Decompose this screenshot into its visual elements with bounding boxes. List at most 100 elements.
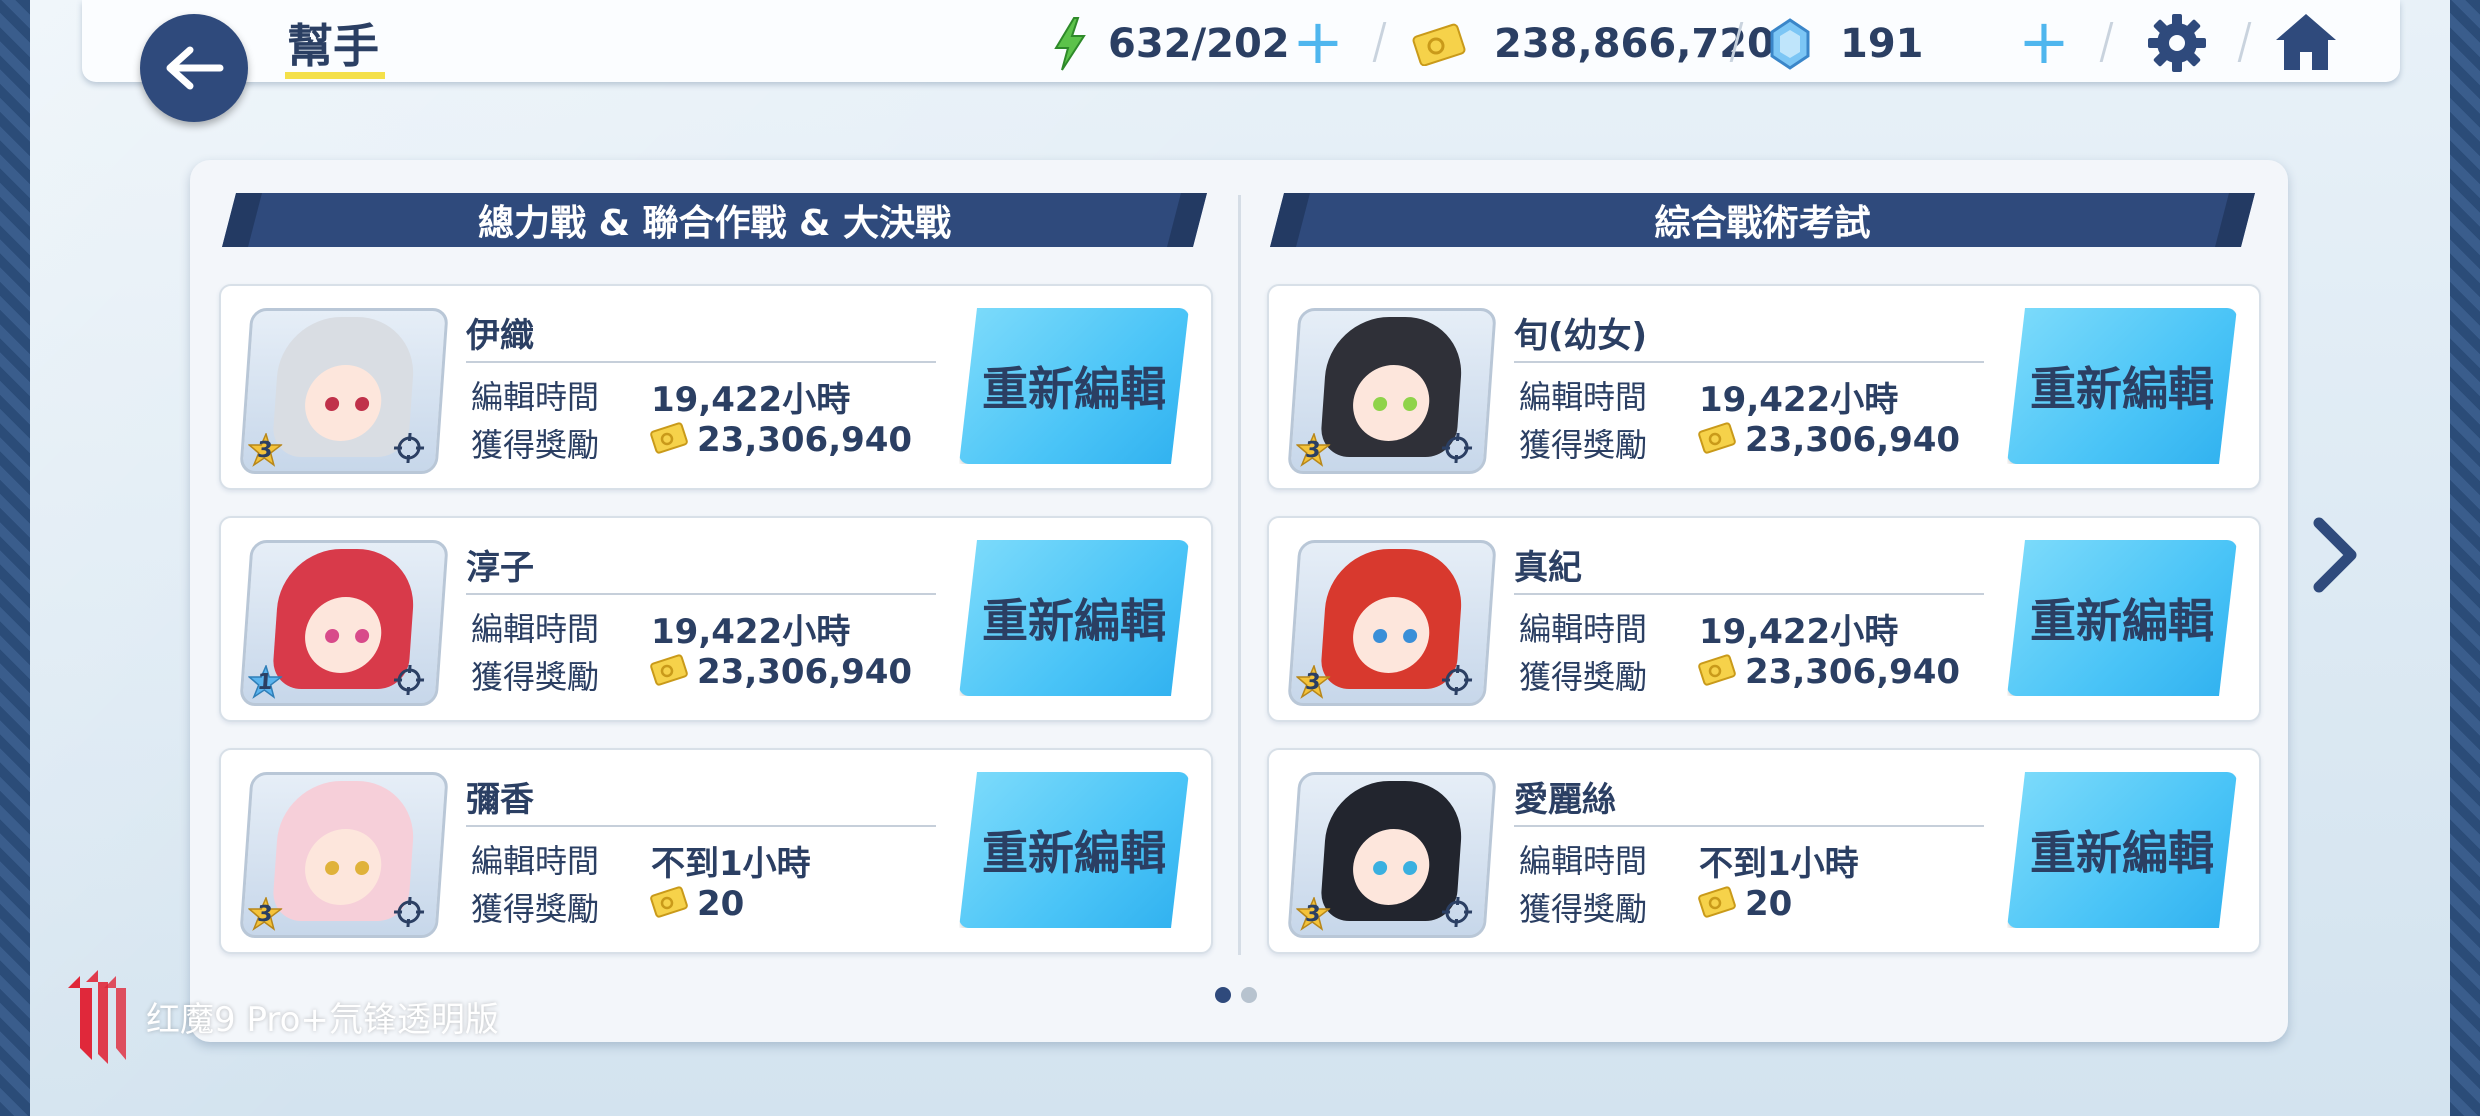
reward-value: 23,306,940 xyxy=(1745,420,1961,460)
edit-time-label: 編輯時間 xyxy=(471,378,600,416)
reedit-button[interactable]: 重新編輯 xyxy=(2007,540,2237,696)
credit-coin-icon xyxy=(1698,654,1736,686)
divider xyxy=(466,361,936,363)
divider xyxy=(1514,825,1984,827)
reedit-button[interactable]: 重新編輯 xyxy=(2007,308,2237,464)
credit-coin-icon xyxy=(650,654,688,686)
credit-coin-icon xyxy=(650,422,688,454)
star-rank-badge: 3 xyxy=(1295,433,1332,467)
add-stamina-button[interactable]: + xyxy=(1292,11,1344,73)
title-underline xyxy=(285,72,385,79)
column-divider xyxy=(1238,195,1241,955)
student-name: 真紀 xyxy=(1514,548,1582,588)
student-name: 彌香 xyxy=(466,780,534,820)
page-dot[interactable] xyxy=(1241,987,1257,1003)
left-border-stripe xyxy=(0,0,30,1116)
credit-coin-icon xyxy=(1698,886,1736,918)
student-portrait[interactable]: 3 xyxy=(239,308,449,474)
credit-coin-icon xyxy=(1698,422,1736,454)
edit-time-label: 編輯時間 xyxy=(471,842,600,880)
back-button[interactable] xyxy=(140,14,248,122)
reedit-button[interactable]: 重新編輯 xyxy=(959,308,1189,464)
credits-display: 238,866,720 xyxy=(1412,14,1775,74)
target-icon xyxy=(1441,665,1473,695)
target-icon xyxy=(393,433,425,463)
edit-time-value: 不到1小時 xyxy=(651,844,811,884)
page-dot-active[interactable] xyxy=(1215,987,1231,1003)
student-portrait[interactable]: 3 xyxy=(239,772,449,938)
helper-card: 3 伊織 編輯時間 19,422小時 獲得獎勵 23,306,940 重新編輯 xyxy=(219,284,1213,490)
reedit-button[interactable]: 重新編輯 xyxy=(959,772,1189,928)
edit-time-value: 不到1小時 xyxy=(1699,844,1859,884)
star-rank-badge: 3 xyxy=(1295,665,1332,699)
next-page-chevron-icon[interactable] xyxy=(2305,515,2365,595)
edit-time-label: 編輯時間 xyxy=(471,610,600,648)
target-icon xyxy=(393,897,425,927)
gem-icon xyxy=(1770,18,1810,70)
stamina-value: 632/202 xyxy=(1108,21,1290,67)
reward-label: 獲得獎勵 xyxy=(1519,890,1648,928)
section-header-tactical-exam: 綜合戰術考試 xyxy=(1270,193,2255,247)
helper-card: 1 淳子 編輯時間 19,422小時 獲得獎勵 23,306,940 重新編輯 xyxy=(219,516,1213,722)
reward-value: 23,306,940 xyxy=(1745,652,1961,692)
reward-label: 獲得獎勵 xyxy=(1519,658,1648,696)
credit-coin-icon xyxy=(650,886,688,918)
red-magic-logo-icon xyxy=(68,970,126,1064)
reedit-button[interactable]: 重新編輯 xyxy=(959,540,1189,696)
add-gems-button[interactable]: + xyxy=(2018,11,2070,73)
helper-card: 3 彌香 編輯時間 不到1小時 獲得獎勵 20 重新編輯 xyxy=(219,748,1213,954)
reward-value: 20 xyxy=(697,884,745,924)
divider xyxy=(466,825,936,827)
back-arrow-icon xyxy=(166,46,224,90)
divider xyxy=(466,593,936,595)
star-rank-badge: 3 xyxy=(247,897,284,931)
helper-card: 3 真紀 編輯時間 19,422小時 獲得獎勵 23,306,940 重新編輯 xyxy=(1267,516,2261,722)
reward-value: 20 xyxy=(1745,884,1793,924)
student-name: 愛麗絲 xyxy=(1514,780,1616,820)
target-icon xyxy=(1441,897,1473,927)
watermark-text: 红魔9 Pro+氘锋透明版 xyxy=(146,999,499,1040)
pagination-dots xyxy=(1215,987,1257,1003)
settings-gear-icon[interactable] xyxy=(2146,12,2208,74)
edit-time-value: 19,422小時 xyxy=(1699,380,1899,420)
divider xyxy=(1514,593,1984,595)
edit-time-label: 編輯時間 xyxy=(1519,378,1648,416)
divider xyxy=(1514,361,1984,363)
star-rank-badge: 3 xyxy=(247,433,284,467)
reedit-button[interactable]: 重新編輯 xyxy=(2007,772,2237,928)
stamina-display: 632/202 xyxy=(1050,14,1290,74)
reward-label: 獲得獎勵 xyxy=(471,890,600,928)
gems-display: 191 xyxy=(1768,14,1924,74)
student-name: 伊織 xyxy=(466,316,534,356)
student-portrait[interactable]: 3 xyxy=(1287,308,1497,474)
reward-value: 23,306,940 xyxy=(697,420,913,460)
edit-time-value: 19,422小時 xyxy=(1699,612,1899,652)
target-icon xyxy=(1441,433,1473,463)
reward-label: 獲得獎勵 xyxy=(1519,426,1648,464)
reward-label: 獲得獎勵 xyxy=(471,658,600,696)
home-icon[interactable] xyxy=(2272,10,2340,74)
student-portrait[interactable]: 3 xyxy=(1287,772,1497,938)
edit-time-value: 19,422小時 xyxy=(651,612,851,652)
lightning-icon xyxy=(1054,17,1086,71)
edit-time-label: 編輯時間 xyxy=(1519,610,1648,648)
section-header-raid: 總力戰 & 聯合作戰 & 大決戰 xyxy=(222,193,1207,247)
page-title: 幫手 xyxy=(287,19,379,73)
star-rank-badge: 1 xyxy=(247,665,284,699)
student-name: 旬(幼女) xyxy=(1514,316,1648,356)
target-icon xyxy=(393,665,425,695)
student-name: 淳子 xyxy=(466,548,534,588)
helper-card: 3 愛麗絲 編輯時間 不到1小時 獲得獎勵 20 重新編輯 xyxy=(1267,748,2261,954)
edit-time-label: 編輯時間 xyxy=(1519,842,1648,880)
helper-card: 3 旬(幼女) 編輯時間 19,422小時 獲得獎勵 23,306,940 重新… xyxy=(1267,284,2261,490)
device-watermark: 红魔9 Pro+氘锋透明版 xyxy=(62,968,499,1064)
credit-coin-icon xyxy=(1412,23,1466,66)
student-portrait[interactable]: 1 xyxy=(239,540,449,706)
right-border-stripe xyxy=(2450,0,2480,1116)
edit-time-value: 19,422小時 xyxy=(651,380,851,420)
gems-value: 191 xyxy=(1840,21,1924,67)
student-portrait[interactable]: 3 xyxy=(1287,540,1497,706)
star-rank-badge: 3 xyxy=(1295,897,1332,931)
reward-label: 獲得獎勵 xyxy=(471,426,600,464)
reward-value: 23,306,940 xyxy=(697,652,913,692)
